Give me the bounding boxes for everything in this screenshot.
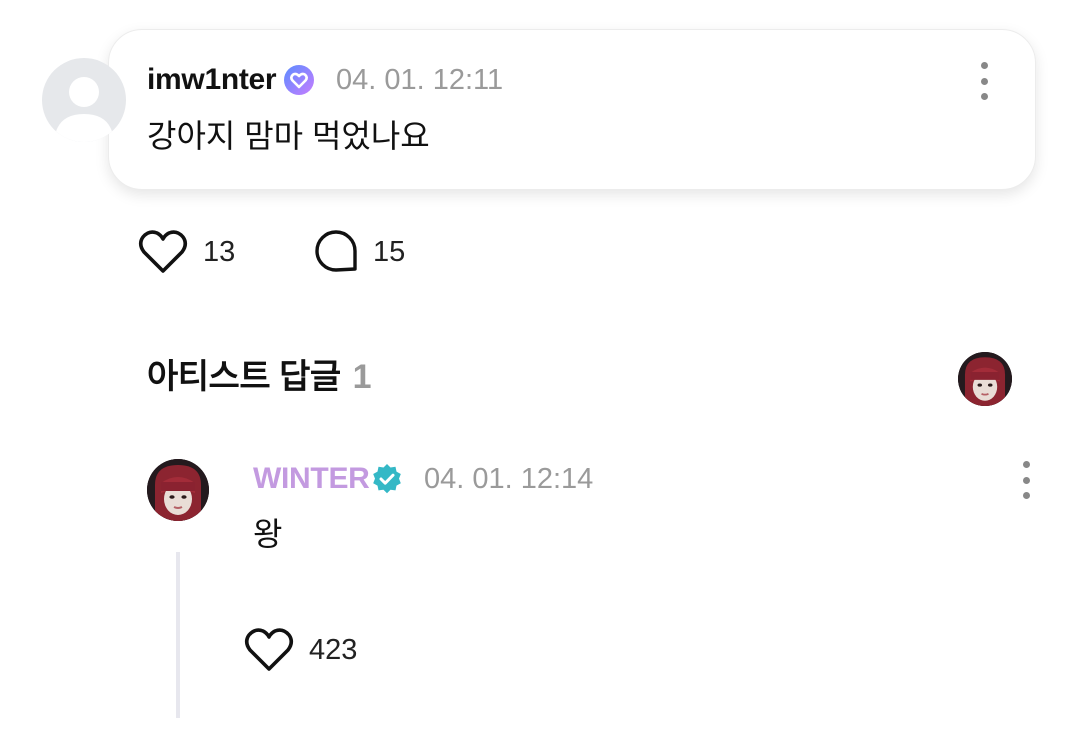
- artist-avatar-small[interactable]: [958, 352, 1012, 406]
- comment-text: 강아지 맘마 먹었나요: [147, 118, 430, 154]
- comment-timestamp: 04. 01. 12:11: [336, 64, 504, 96]
- heart-icon: [138, 230, 188, 273]
- reply-like-count: 423: [309, 634, 358, 666]
- reply-timestamp: 04. 01. 12:14: [424, 463, 594, 495]
- more-vertical-icon[interactable]: [977, 62, 991, 100]
- reply-count: 15: [373, 236, 406, 268]
- thread-line: [176, 552, 180, 718]
- like-count: 13: [203, 236, 236, 268]
- artist-avatar[interactable]: [147, 459, 209, 521]
- reply-like-button[interactable]: 423: [243, 627, 357, 673]
- heart-badge-icon: [283, 64, 315, 96]
- reply-text: 왕: [253, 516, 283, 552]
- like-button[interactable]: 13: [137, 229, 235, 275]
- comment-card: [108, 29, 1036, 190]
- comment-bubble-icon: [315, 230, 357, 272]
- comment-username[interactable]: imw1nter: [147, 62, 277, 98]
- reply-button[interactable]: 15: [313, 229, 405, 275]
- artist-username[interactable]: WINTER: [253, 460, 370, 498]
- reply-more-vertical-icon[interactable]: [1019, 461, 1033, 499]
- verified-check-icon: [371, 463, 403, 495]
- user-avatar[interactable]: [42, 58, 126, 142]
- artist-replies-title: 아티스트 답글: [147, 358, 341, 396]
- artist-replies-count: 1: [352, 358, 372, 396]
- artist-replies-heading: 아티스트 답글 1: [147, 356, 372, 398]
- reply-heart-icon: [244, 628, 294, 671]
